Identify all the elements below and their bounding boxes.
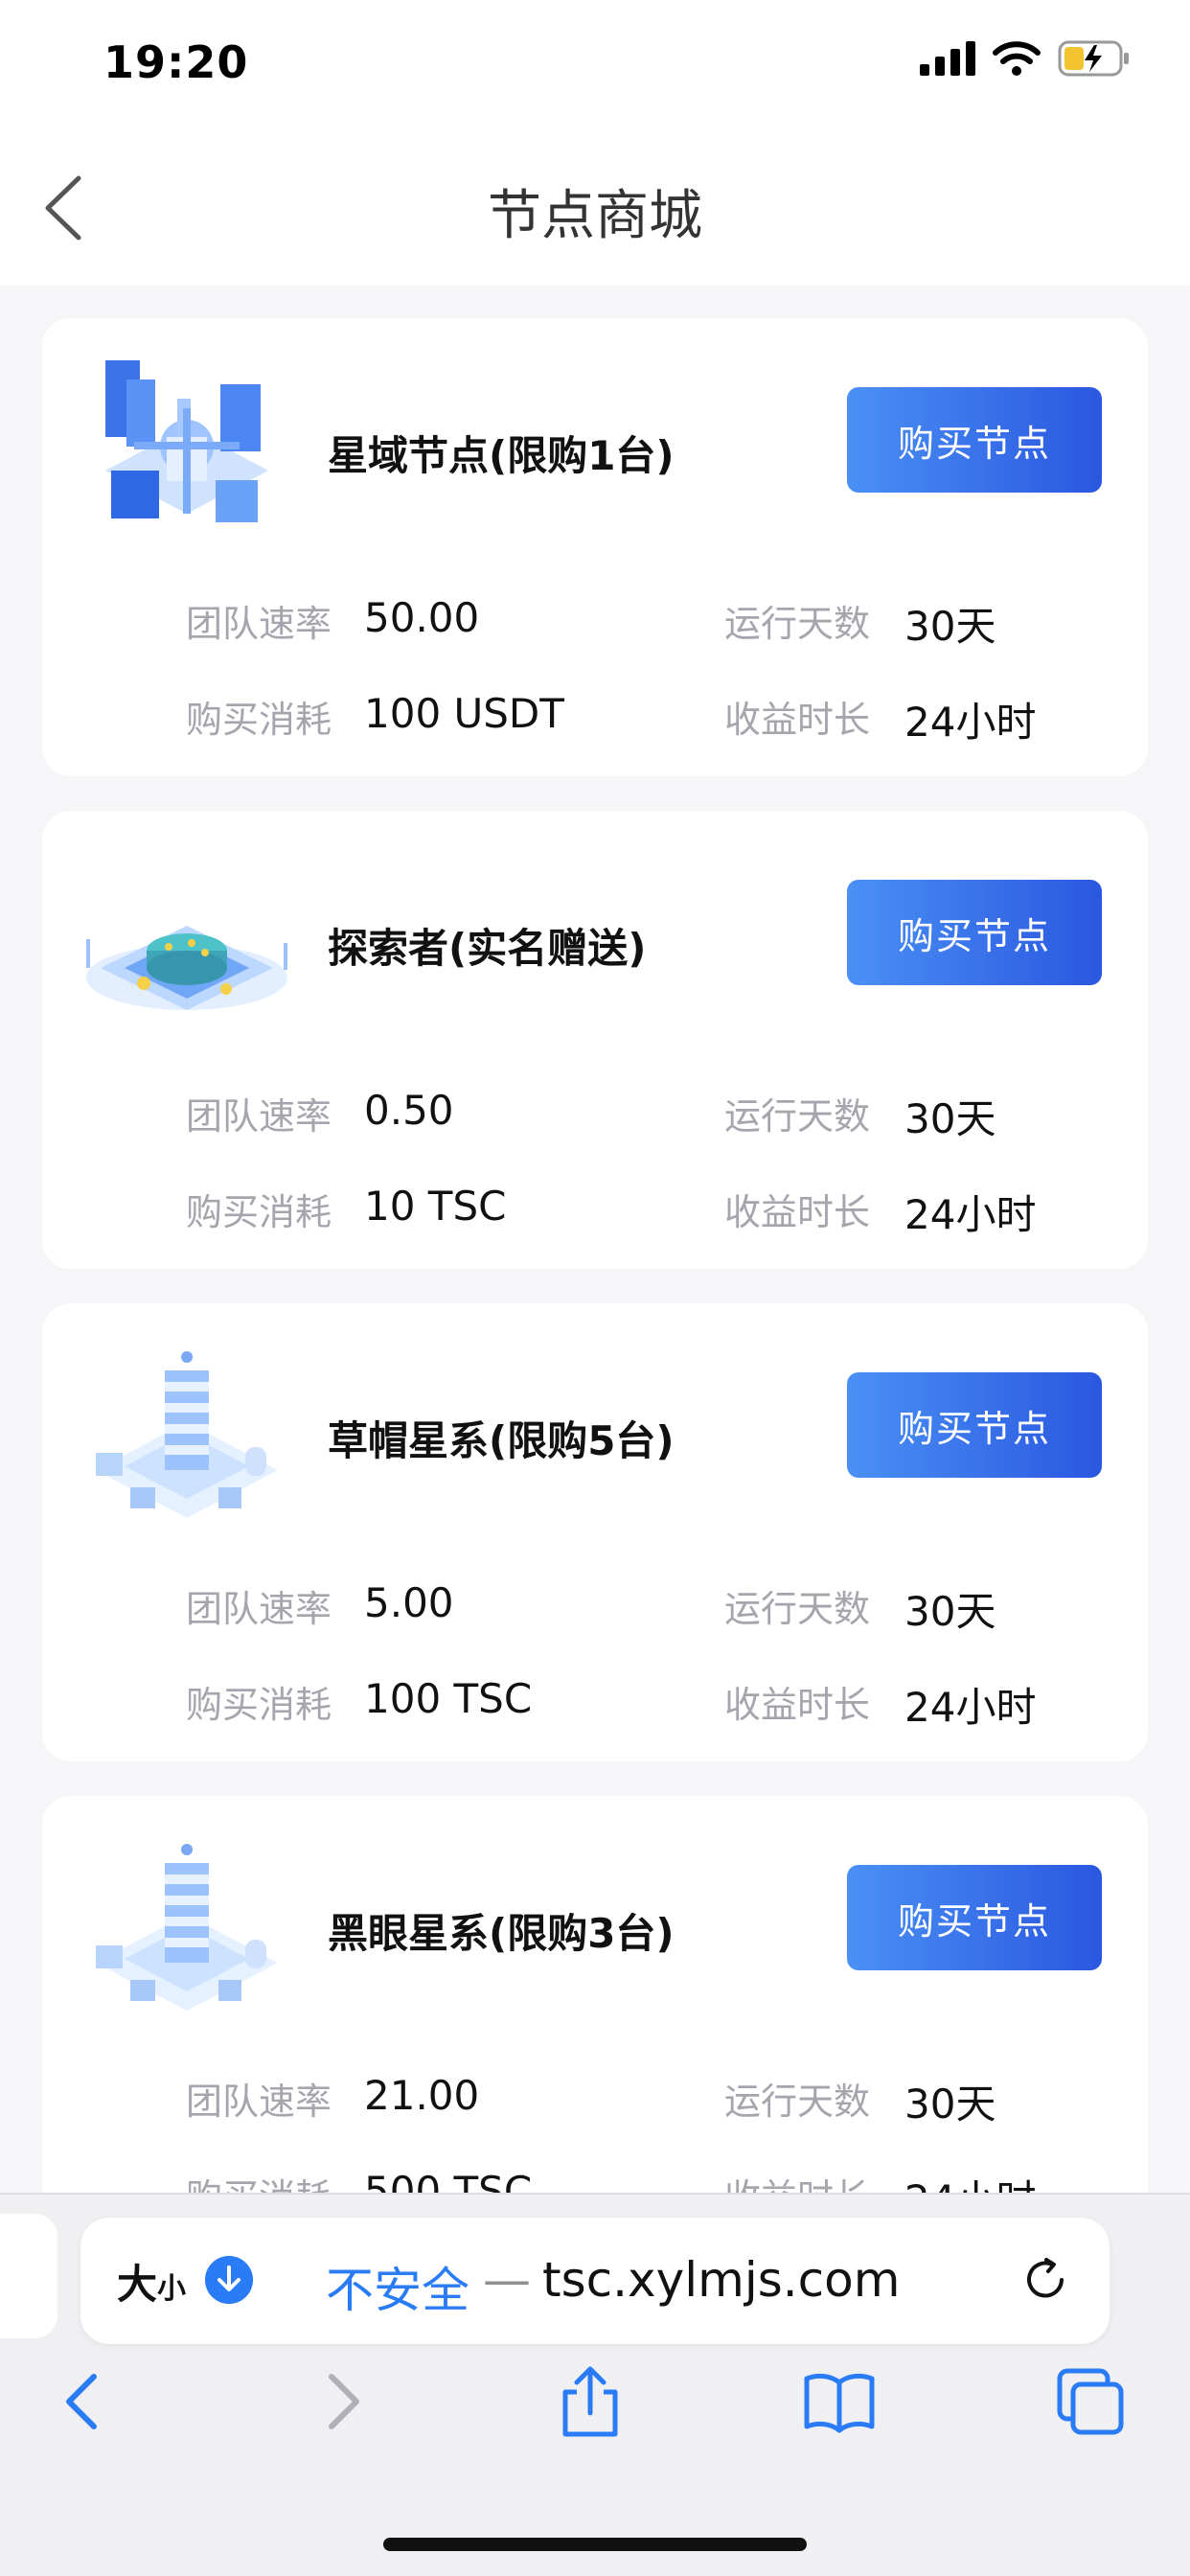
run-days-value: 30天 [904, 1095, 996, 1142]
team-rate-label: 团队速率 [186, 1588, 332, 1630]
node-card: 探索者(实名赠送) 购买节点 团队速率 0.50 运行天数 30天 购买消耗 1… [42, 811, 1148, 1269]
purchase-cost-label: 购买消耗 [186, 1191, 332, 1233]
address-bar[interactable]: 大小 不安全 — tsc.xylmjs.com [80, 2218, 1110, 2344]
buy-node-button[interactable]: 购买节点 [847, 1865, 1102, 1970]
server-network-illustration [105, 360, 268, 522]
home-indicator[interactable] [383, 2538, 807, 2551]
earn-duration-label: 收益时长 [724, 699, 871, 741]
earn-duration-value: 24小时 [904, 1684, 1037, 1731]
team-rate-label: 团队速率 [186, 603, 332, 645]
browser-forward-icon[interactable] [303, 2363, 379, 2440]
reload-icon[interactable] [1019, 2254, 1071, 2306]
node-list[interactable]: 星域节点(限购1台) 购买节点 团队速率 50.00 运行天数 30天 购买消耗… [0, 286, 1190, 2193]
browser-bar: 大小 不安全 — tsc.xylmjs.com [0, 2193, 1190, 2576]
run-days-value: 30天 [904, 603, 996, 650]
run-days-value: 30天 [904, 1588, 996, 1635]
node-card: 黑眼星系(限购3台) 购买节点 团队速率 21.00 运行天数 30天 购买消耗… [42, 1796, 1148, 2193]
node-card: 星域节点(限购1台) 购买节点 团队速率 50.00 运行天数 30天 购买消耗… [42, 318, 1148, 776]
node-card: 草帽星系(限购5台) 购买节点 团队速率 5.00 运行天数 30天 购买消耗 … [42, 1303, 1148, 1761]
earn-duration-label: 收益时长 [724, 2168, 870, 2193]
insecure-label: 不安全 [326, 2263, 469, 2318]
share-icon[interactable] [552, 2363, 629, 2440]
purchase-cost-value: 500 TSC [364, 2168, 533, 2193]
run-days-label: 运行天数 [724, 1588, 871, 1630]
url-separator: — [483, 2252, 531, 2308]
team-rate-value: 21.00 [364, 2072, 480, 2119]
purchase-cost-value: 100 TSC [364, 1675, 533, 1722]
run-days-label: 运行天数 [724, 2081, 871, 2123]
run-days-label: 运行天数 [724, 1095, 871, 1138]
earn-duration-value: 24小时 [904, 2168, 1036, 2193]
run-days-value: 30天 [904, 2081, 996, 2128]
battery-charging-icon [1058, 40, 1129, 77]
purchase-cost-value: 10 TSC [364, 1183, 507, 1230]
text-size-button[interactable]: 大小 [117, 2252, 186, 2311]
wifi-icon [993, 41, 1041, 76]
buy-node-button[interactable]: 购买节点 [847, 387, 1102, 493]
team-rate-value: 0.50 [364, 1087, 454, 1134]
earn-duration-value: 24小时 [904, 699, 1037, 746]
purchase-cost-value: 100 USDT [364, 690, 564, 737]
status-icons [920, 40, 1131, 77]
status-bar: 19:20 [0, 0, 1190, 125]
browser-back-icon[interactable] [46, 2363, 123, 2440]
bookmarks-icon[interactable] [801, 2363, 878, 2440]
platform-illustration [86, 926, 287, 1010]
signal-icon [920, 41, 975, 76]
earn-duration-label: 收益时长 [724, 1684, 871, 1726]
team-rate-label: 团队速率 [186, 1095, 332, 1138]
nav-bar: 节点商城 [0, 125, 1190, 286]
earn-duration-label: 收益时长 [724, 1191, 871, 1233]
previous-tab-preview[interactable] [0, 2214, 57, 2338]
run-days-label: 运行天数 [724, 603, 871, 645]
tabs-icon[interactable] [1052, 2363, 1129, 2440]
download-icon[interactable] [205, 2256, 253, 2304]
team-rate-value: 50.00 [364, 594, 480, 641]
status-time: 19:20 [103, 36, 249, 88]
node-name: 黑眼星系(限购3台) [328, 1910, 675, 1957]
earn-duration-value: 24小时 [904, 1191, 1037, 1238]
team-rate-value: 5.00 [364, 1579, 454, 1626]
node-name: 草帽星系(限购5台) [328, 1417, 675, 1464]
team-rate-label: 团队速率 [186, 2081, 332, 2123]
url-text[interactable]: tsc.xylmjs.com [542, 2252, 900, 2308]
buy-node-button[interactable]: 购买节点 [847, 880, 1102, 985]
server-tower-illustration [96, 1844, 278, 2011]
page-title: 节点商城 [488, 185, 702, 247]
text-size-small: 小 [157, 2272, 187, 2306]
text-size-large: 大 [117, 2261, 158, 2308]
node-name: 星域节点(限购1台) [328, 432, 675, 479]
purchase-cost-label: 购买消耗 [186, 699, 332, 741]
purchase-cost-label: 购买消耗 [186, 1684, 332, 1726]
server-tower-illustration [96, 1351, 278, 1518]
buy-node-button[interactable]: 购买节点 [847, 1372, 1102, 1478]
node-name: 探索者(实名赠送) [328, 925, 647, 972]
purchase-cost-label: 购买消耗 [186, 2168, 332, 2193]
